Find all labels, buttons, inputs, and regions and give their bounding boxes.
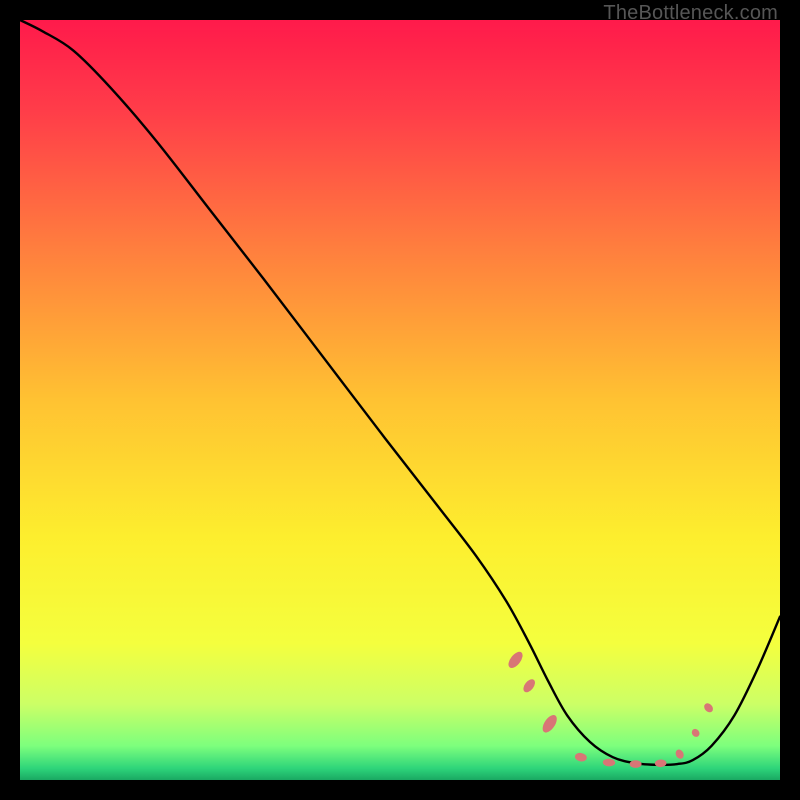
plot-area (20, 20, 780, 780)
curve-marker (630, 760, 642, 768)
attribution-label: TheBottleneck.com (603, 2, 778, 25)
chart-svg (20, 20, 780, 780)
gradient-background (20, 20, 780, 780)
chart-frame: TheBottleneck.com (0, 0, 800, 800)
